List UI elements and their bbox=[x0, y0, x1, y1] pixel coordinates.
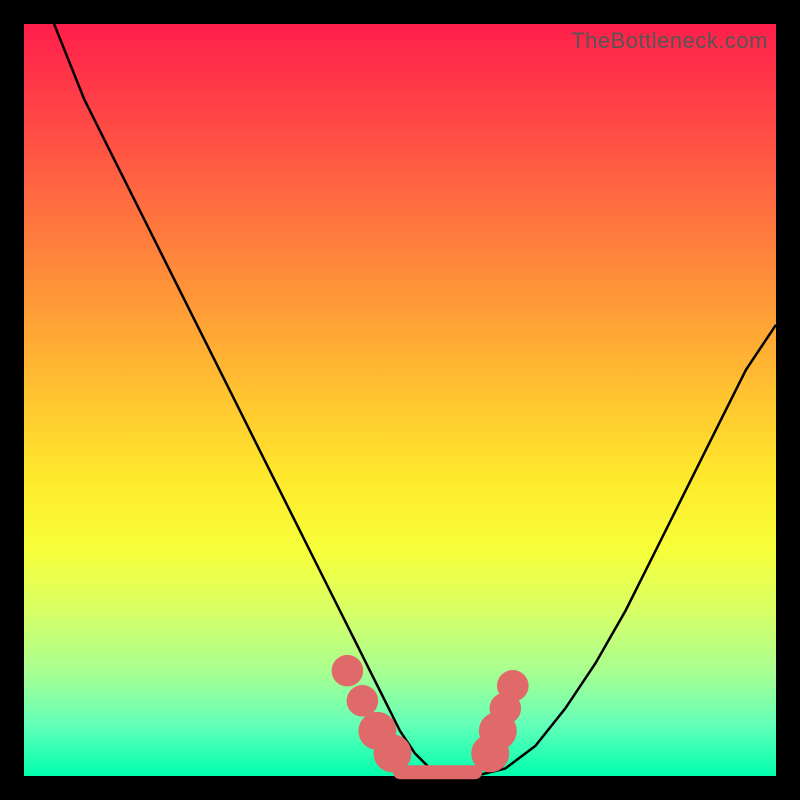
chart-plot-area: TheBottleneck.com bbox=[24, 24, 776, 776]
bottleneck-curve-svg bbox=[24, 24, 776, 776]
curve-marker bbox=[332, 655, 364, 687]
curve-markers bbox=[332, 655, 529, 773]
curve-marker bbox=[374, 734, 412, 772]
curve-marker bbox=[497, 670, 529, 702]
bottleneck-curve-path bbox=[24, 0, 776, 776]
chart-frame: TheBottleneck.com bbox=[0, 0, 800, 800]
curve-marker bbox=[347, 685, 379, 717]
